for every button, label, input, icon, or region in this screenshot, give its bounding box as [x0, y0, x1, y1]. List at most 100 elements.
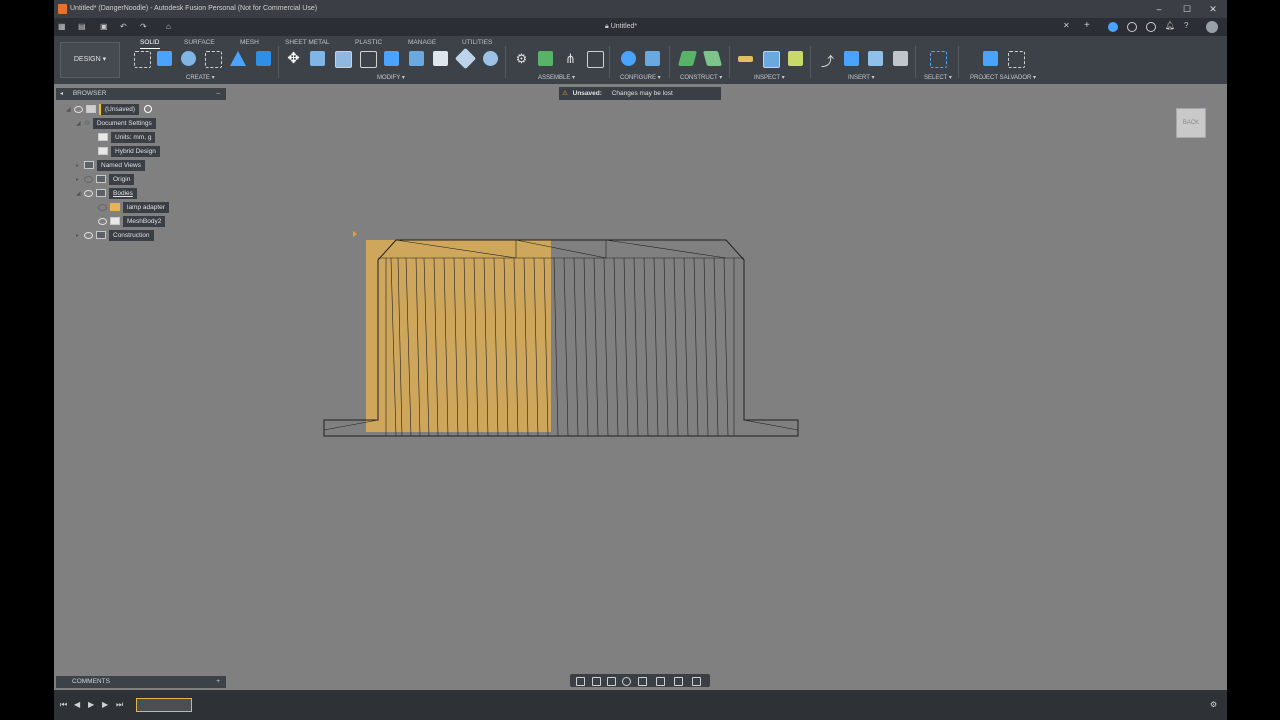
add-comment-button[interactable]: + — [216, 676, 220, 688]
play-icon[interactable]: ▶ — [88, 700, 94, 709]
shell-icon[interactable] — [384, 51, 399, 66]
project-salvador-icon[interactable] — [983, 51, 998, 66]
visibility-eye-icon[interactable] — [98, 203, 107, 211]
joint-origin-icon[interactable] — [587, 51, 604, 68]
visibility-eye-icon[interactable] — [84, 231, 93, 239]
split-body-icon[interactable] — [483, 51, 498, 66]
visibility-eye-icon[interactable] — [74, 105, 83, 113]
tree-node-bodies[interactable]: ◢ Bodies — [76, 188, 137, 199]
comments-panel-header[interactable]: COMMENTS + — [56, 676, 226, 688]
select-icon[interactable] — [930, 51, 947, 68]
model-wireframe[interactable] — [316, 230, 802, 442]
insert-mcmaster-icon[interactable] — [844, 51, 859, 66]
modify-group-label[interactable]: MODIFY ▾ — [377, 74, 405, 81]
create-sketch-icon[interactable] — [134, 51, 151, 68]
chamfer-icon[interactable] — [360, 51, 377, 68]
as-built-joint-icon[interactable]: ⋔ — [563, 51, 578, 66]
fillet-icon[interactable] — [335, 51, 352, 68]
timeline-settings-icon[interactable]: ⚙ — [1210, 700, 1217, 709]
extrude-icon[interactable] — [157, 51, 172, 66]
new-component-icon[interactable]: ⚙ — [514, 51, 529, 66]
salvador-tool-icon[interactable] — [1008, 51, 1025, 68]
tree-node-root[interactable]: ◢ (Unsaved) — [66, 104, 152, 115]
tree-node-meshbody[interactable]: MeshBody2 — [98, 216, 166, 227]
home-icon[interactable]: ⌂ — [166, 22, 171, 31]
tree-node-construction[interactable]: ▸ Construction — [76, 230, 154, 241]
undo-icon[interactable]: ↶ — [120, 22, 127, 31]
help-icon[interactable]: ? — [1184, 21, 1188, 30]
expand-arrow-icon[interactable]: ◢ — [76, 189, 84, 200]
workspace-switcher[interactable]: DESIGN ▾ — [60, 42, 120, 78]
project-salvador-group-label[interactable]: PROJECT SALVADOR ▾ — [970, 74, 1036, 81]
timeline-features[interactable] — [136, 698, 192, 712]
revolve-icon[interactable] — [181, 51, 196, 66]
save-icon[interactable]: ▣ — [100, 22, 108, 31]
tree-node-origin[interactable]: ▸ Origin — [76, 174, 135, 186]
configure-icon[interactable] — [621, 51, 636, 66]
configuration-table-icon[interactable] — [645, 51, 660, 66]
expand-arrow-icon[interactable]: ▸ — [76, 161, 84, 172]
display-settings-icon[interactable] — [656, 677, 665, 686]
visibility-eye-icon[interactable] — [84, 189, 93, 197]
minimize-button[interactable]: – — [1152, 0, 1166, 18]
tab-mesh[interactable]: MESH — [240, 39, 259, 46]
draft-icon[interactable] — [409, 51, 424, 66]
loft-icon[interactable] — [230, 51, 246, 66]
maximize-button[interactable]: ☐ — [1180, 0, 1194, 18]
assemble-group-label[interactable]: ASSEMBLE ▾ — [538, 74, 575, 81]
visibility-eye-icon[interactable] — [98, 217, 107, 225]
grid-snaps-icon[interactable] — [674, 677, 683, 686]
tab-utilities[interactable]: UTILITIES — [462, 39, 492, 46]
expand-arrow-icon[interactable]: ▸ — [76, 175, 84, 186]
select-group-label[interactable]: SELECT ▾ — [924, 74, 952, 81]
insert-group-label[interactable]: INSERT ▾ — [848, 74, 874, 81]
box-icon[interactable] — [256, 51, 271, 66]
configure-group-label[interactable]: CONFIGURE ▾ — [620, 74, 661, 81]
tab-manage[interactable]: MANAGE — [408, 39, 436, 46]
file-menu-icon[interactable]: ▤ — [78, 22, 86, 31]
browser-minimize-icon[interactable]: – — [216, 88, 220, 100]
go-to-end-icon[interactable]: ⏭ — [116, 700, 123, 710]
extensions-icon[interactable] — [1108, 22, 1118, 32]
collapse-panel-icon[interactable]: ◂ — [60, 91, 63, 97]
tab-solid[interactable]: SOLID — [140, 39, 160, 49]
inspect-group-label[interactable]: INSPECT ▾ — [754, 74, 785, 81]
pan-icon[interactable] — [607, 677, 616, 686]
offset-plane-icon[interactable] — [677, 51, 698, 66]
tab-plastic[interactable]: PLASTIC — [355, 39, 382, 46]
grid-menu-icon[interactable]: ▦ — [58, 22, 66, 31]
browser-header[interactable]: ◂ BROWSER – — [56, 88, 226, 100]
tree-node-design-type[interactable]: Hybrid Design — [98, 146, 160, 157]
zebra-analysis-icon[interactable] — [788, 51, 803, 66]
tree-node-lamp-adapter[interactable]: lamp adapter — [98, 202, 169, 213]
user-avatar[interactable] — [1206, 21, 1218, 33]
construct-group-label[interactable]: CONSTRUCT ▾ — [680, 74, 722, 81]
tree-node-units[interactable]: Units: mm, g — [98, 132, 156, 143]
online-status-icon[interactable] — [1146, 22, 1156, 32]
view-cube[interactable]: BACK — [1176, 108, 1206, 138]
fit-icon[interactable] — [638, 677, 647, 686]
joint-icon[interactable] — [538, 51, 553, 66]
pattern-icon[interactable] — [205, 51, 222, 68]
tree-node-document-settings[interactable]: ◢ ⚙ Document Settings — [76, 118, 156, 129]
notifications-bell-icon[interactable]: 🔔︎ — [1165, 21, 1175, 30]
expand-arrow-icon[interactable]: ◢ — [76, 119, 84, 130]
go-to-start-icon[interactable]: ⏮ — [60, 700, 67, 710]
redo-icon[interactable]: ↷ — [140, 22, 147, 31]
tree-node-named-views[interactable]: ▸ Named Views — [76, 160, 145, 171]
create-group-label[interactable]: CREATE ▾ — [186, 74, 215, 81]
tab-surface[interactable]: SURFACE — [184, 39, 215, 46]
expand-arrow-icon[interactable]: ◢ — [66, 105, 74, 116]
orbit-icon[interactable] — [576, 677, 585, 686]
close-window-button[interactable]: ✕ — [1206, 0, 1220, 18]
document-tab[interactable]: 🔒︎ Untitled* — [605, 18, 637, 36]
insert-derive-icon[interactable]: ⤴ — [820, 51, 835, 69]
press-pull-icon[interactable] — [310, 51, 325, 66]
expand-arrow-icon[interactable]: ▸ — [76, 231, 84, 242]
plane-at-angle-icon[interactable] — [702, 51, 723, 66]
activate-radio-icon[interactable] — [143, 105, 152, 114]
new-tab-button[interactable]: + — [1084, 20, 1090, 31]
insert-canvas-icon[interactable] — [868, 51, 883, 66]
combine-icon[interactable] — [454, 47, 477, 70]
job-status-icon[interactable] — [1127, 22, 1137, 32]
